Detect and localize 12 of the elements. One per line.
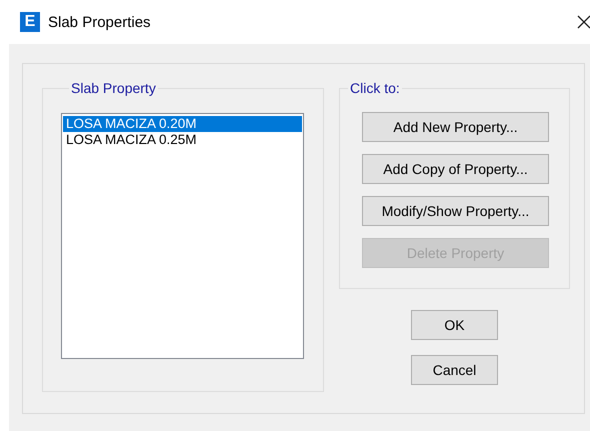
window-title: Slab Properties (48, 14, 152, 30)
close-icon[interactable] (577, 15, 590, 29)
ok-button[interactable]: OK (411, 310, 498, 340)
app-logo: E (20, 12, 40, 32)
list-item[interactable]: LOSA MACIZA 0.20M (63, 116, 302, 132)
action-button[interactable]: Add Copy of Property... (362, 154, 549, 184)
cancel-button[interactable]: Cancel (411, 355, 498, 385)
action-button[interactable]: Modify/Show Property... (362, 196, 549, 226)
list-item[interactable]: LOSA MACIZA 0.25M (63, 132, 302, 148)
group-label: Click to: (349, 80, 401, 96)
group-label: Slab Property (70, 80, 157, 96)
action-button[interactable]: Add New Property... (362, 112, 549, 142)
